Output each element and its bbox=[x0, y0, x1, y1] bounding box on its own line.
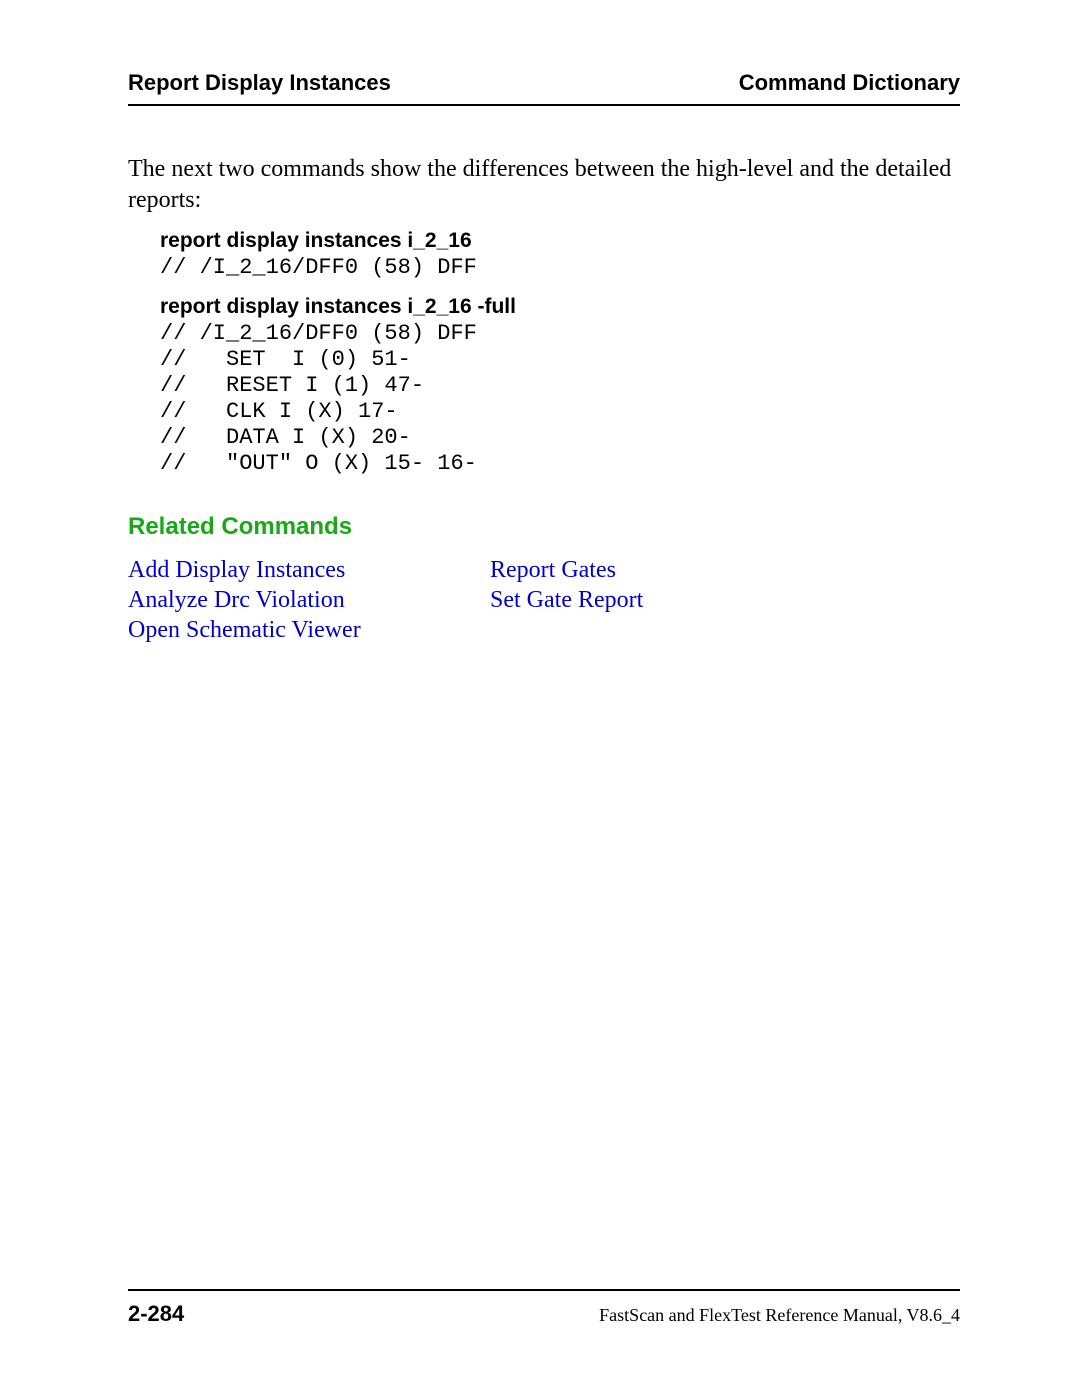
command-heading-2: report display instances i_2_16 -full bbox=[160, 295, 960, 319]
link-report-gates[interactable]: Report Gates bbox=[490, 555, 960, 585]
code-output-2: // /I_2_16/DFF0 (58) DFF // SET I (0) 51… bbox=[160, 321, 960, 477]
page: Report Display Instances Command Diction… bbox=[0, 0, 1080, 1397]
code-output-1: // /I_2_16/DFF0 (58) DFF bbox=[160, 255, 960, 281]
link-set-gate-report[interactable]: Set Gate Report bbox=[490, 585, 960, 615]
intro-paragraph: The next two commands show the differenc… bbox=[128, 154, 960, 215]
link-analyze-drc-violation[interactable]: Analyze Drc Violation bbox=[128, 585, 490, 615]
header-right: Command Dictionary bbox=[739, 70, 960, 96]
header-left: Report Display Instances bbox=[128, 70, 391, 96]
page-footer: 2-284 FastScan and FlexTest Reference Ma… bbox=[128, 1289, 960, 1327]
link-add-display-instances[interactable]: Add Display Instances bbox=[128, 555, 490, 585]
related-commands-heading: Related Commands bbox=[128, 513, 960, 541]
related-col-left: Add Display Instances Analyze Drc Violat… bbox=[128, 555, 490, 645]
related-col-right: Report Gates Set Gate Report bbox=[490, 555, 960, 645]
command-heading-1: report display instances i_2_16 bbox=[160, 229, 960, 253]
page-header: Report Display Instances Command Diction… bbox=[128, 70, 960, 106]
related-commands-table: Add Display Instances Analyze Drc Violat… bbox=[128, 555, 960, 645]
page-number: 2-284 bbox=[128, 1301, 184, 1327]
manual-title: FastScan and FlexTest Reference Manual, … bbox=[599, 1305, 960, 1326]
link-open-schematic-viewer[interactable]: Open Schematic Viewer bbox=[128, 615, 490, 645]
